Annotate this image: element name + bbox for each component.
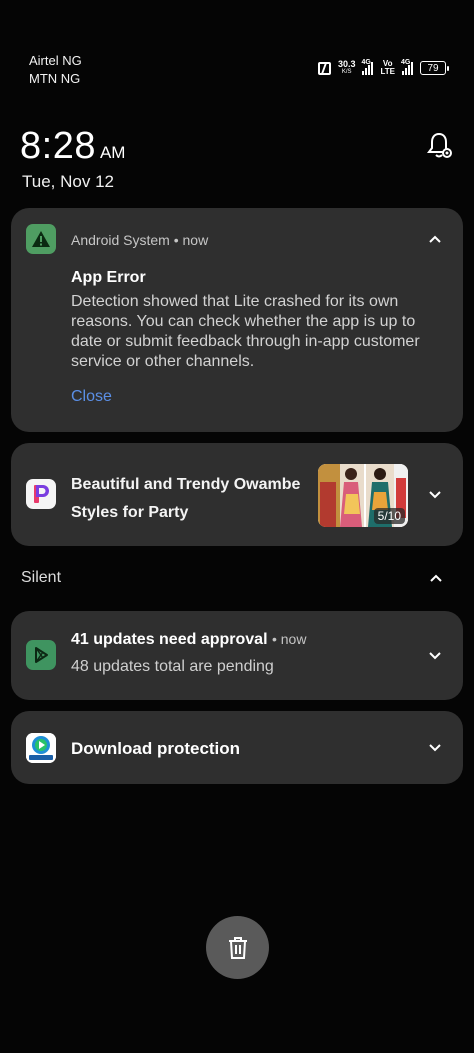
chevron-down-icon[interactable] (427, 740, 443, 756)
trash-icon (228, 936, 247, 959)
volte-bottom: LTE (380, 67, 395, 76)
notification-header: Android System • now (71, 232, 209, 248)
play-store-icon (26, 640, 56, 670)
signal-icon: 4G (361, 58, 374, 75)
notification-title: Download protection (71, 739, 241, 758)
notification-subtitle: 48 updates total are pending (71, 658, 274, 675)
notification-body: Detection showed that Lite crashed for i… (71, 293, 420, 370)
clock-time: 8:28 (20, 125, 96, 167)
notification-updates[interactable]: 41 updates need approval • now 48 update… (11, 611, 463, 700)
carrier-info: Airtel NG MTN NG (29, 52, 82, 88)
notification-settings-icon[interactable] (425, 131, 455, 161)
notification-title: Beautiful and Trendy Owambe Styles for P… (71, 476, 301, 521)
notification-owambe[interactable]: Beautiful and Trendy Owambe Styles for P… (11, 443, 463, 546)
close-button[interactable]: Close (71, 388, 112, 406)
notification-title: App Error (71, 269, 146, 286)
media-app-icon (26, 733, 56, 763)
status-icons: 30.3 K/S 4G Vo LTE 4G 79 (317, 58, 449, 76)
warning-icon (26, 224, 56, 254)
battery-level: 79 (427, 62, 439, 74)
notification-download-protection[interactable]: Download protection (11, 711, 463, 784)
app-name: Android System (71, 232, 170, 248)
notification-thumbnail[interactable]: 5/10 (318, 464, 408, 527)
notification-title: 41 updates need approval • now (71, 631, 307, 648)
network-speed: 30.3 K/S (338, 60, 356, 76)
sim1-type: 4G (361, 58, 371, 66)
date: Tue, Nov 12 (22, 172, 114, 191)
p-app-icon (26, 479, 56, 509)
sim2-type: 4G (401, 58, 411, 66)
updates-title: 41 updates need approval (71, 631, 268, 648)
volte-indicator: Vo LTE (380, 60, 395, 76)
image-count: 5/10 (373, 508, 405, 524)
network-speed-unit: K/S (341, 69, 352, 75)
chevron-up-icon[interactable] (427, 231, 443, 247)
chevron-down-icon[interactable] (427, 487, 443, 503)
chevron-up-icon[interactable] (428, 570, 444, 586)
chevron-down-icon[interactable] (427, 648, 443, 664)
clock-ampm: AM (99, 143, 126, 162)
signal-icon: 4G (401, 58, 413, 75)
clear-all-button[interactable] (206, 916, 269, 979)
notification-time: now (182, 232, 209, 248)
carrier-2: MTN NG (29, 71, 81, 86)
carrier-1: Airtel NG (29, 53, 82, 68)
nfc-icon (317, 61, 331, 75)
notification-time: now (280, 631, 307, 647)
silent-section-label: Silent (21, 569, 62, 586)
battery-icon: 79 (420, 61, 449, 75)
network-speed-value: 30.3 (337, 59, 356, 69)
notification-app-error[interactable]: Android System • now App Error Detection… (11, 208, 463, 432)
clock: 8:28 AM (20, 125, 125, 168)
